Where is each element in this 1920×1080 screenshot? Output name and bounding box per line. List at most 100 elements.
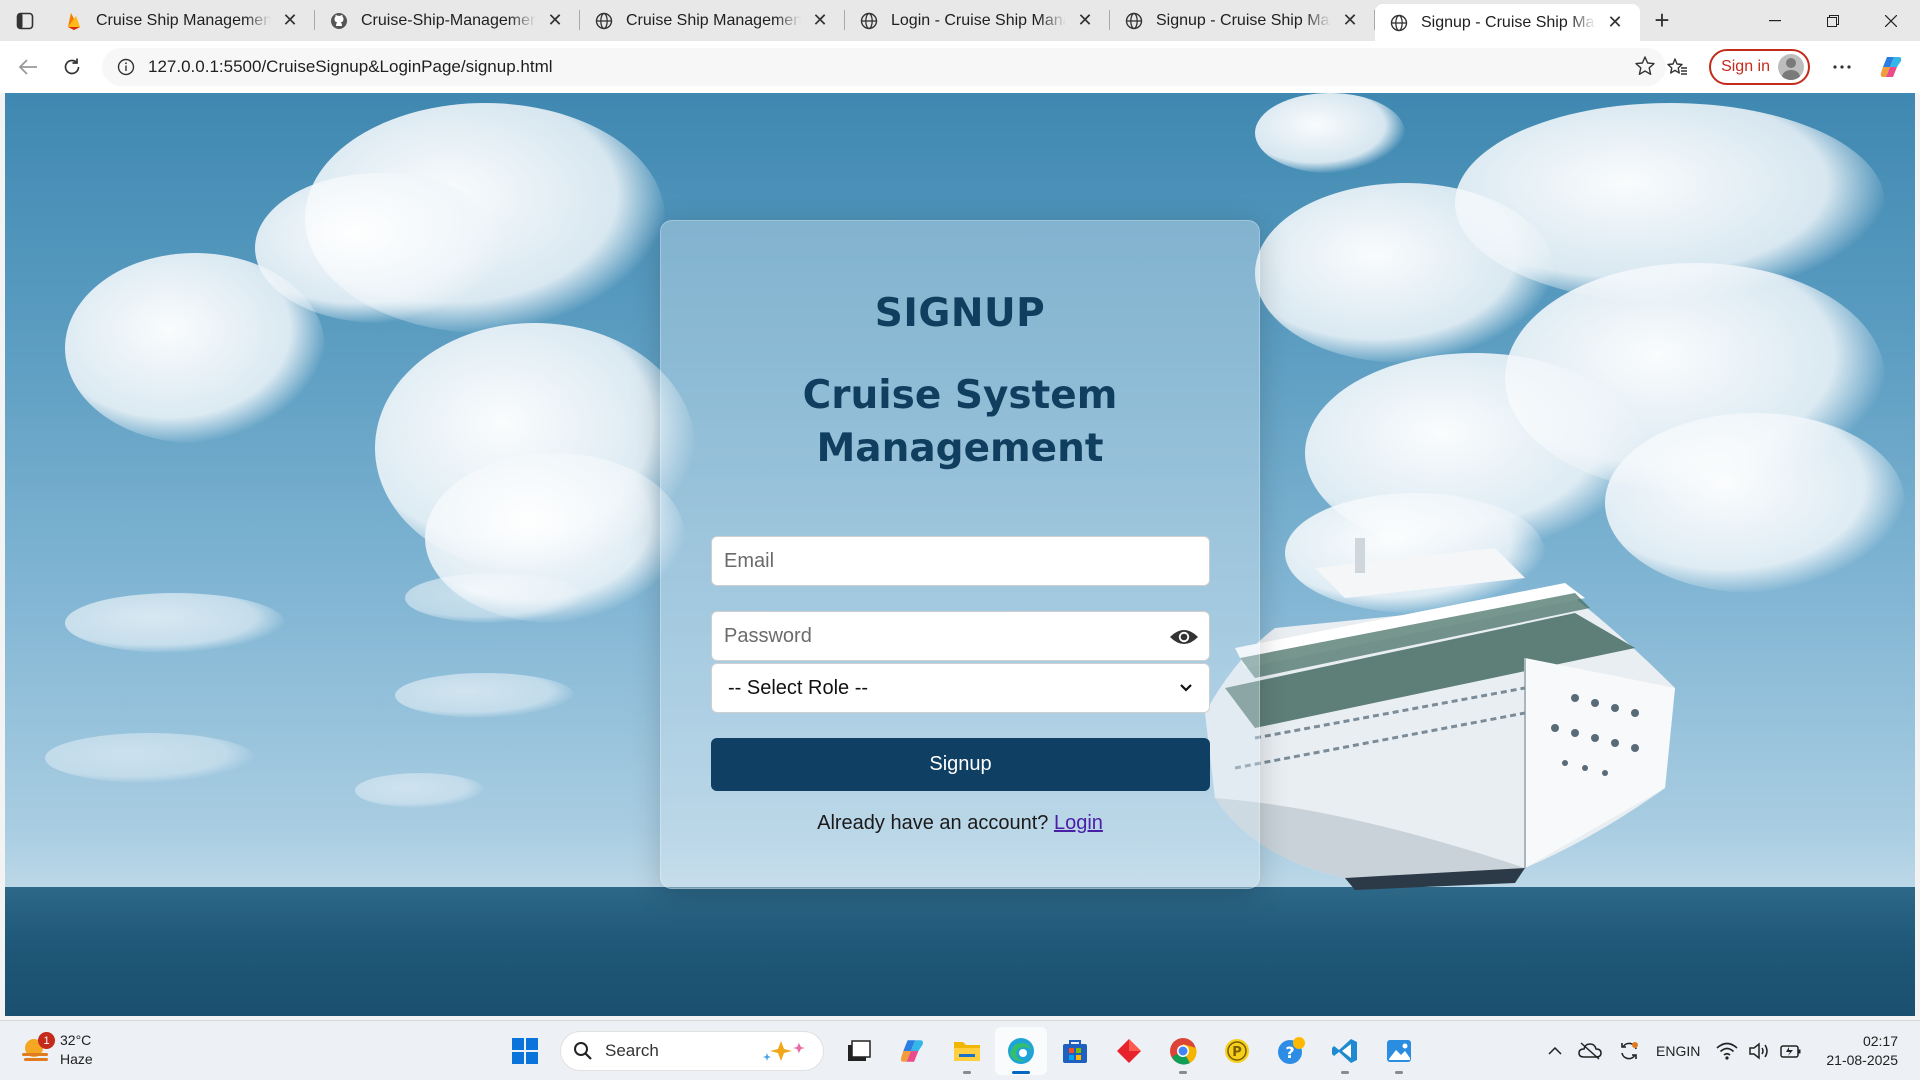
p-app[interactable]: P <box>1211 1027 1263 1075</box>
login-prompt: Already have an account? Login <box>661 812 1259 835</box>
back-arrow-icon <box>18 59 37 75</box>
start-button[interactable] <box>499 1027 551 1075</box>
window-controls <box>1746 0 1920 41</box>
avatar-icon <box>1778 54 1804 80</box>
signup-button[interactable]: Signup <box>711 738 1210 791</box>
close-icon[interactable]: ✕ <box>1074 10 1096 32</box>
login-link[interactable]: Login <box>1054 812 1103 834</box>
tab-1[interactable]: Cruise Ship Management Sy ✕ <box>50 0 315 41</box>
copilot-icon <box>900 1040 923 1062</box>
onedrive-button[interactable] <box>1578 1042 1602 1060</box>
lang-line2: IN <box>1686 1043 1701 1059</box>
chrome-app[interactable] <box>1157 1027 1209 1075</box>
new-tab-button[interactable]: + <box>1640 0 1684 41</box>
tab-5[interactable]: Signup - Cruise Ship Manage ✕ <box>1110 0 1375 41</box>
close-icon[interactable]: ✕ <box>1604 12 1626 34</box>
red-app[interactable] <box>1103 1027 1155 1075</box>
show-hidden-icons-button[interactable] <box>1548 1047 1562 1055</box>
tab-3[interactable]: Cruise Ship Management ✕ <box>580 0 845 41</box>
globe-icon <box>1389 13 1409 33</box>
chrome-icon <box>1170 1038 1197 1065</box>
microsoft-store-app[interactable] <box>1049 1027 1101 1075</box>
role-select[interactable]: -- Select Role -- <box>711 663 1210 713</box>
back-button[interactable] <box>6 47 50 87</box>
close-icon[interactable]: ✕ <box>1339 10 1361 32</box>
file-explorer-app[interactable] <box>941 1027 993 1075</box>
toolbar-right: Sign in <box>1655 41 1920 93</box>
copilot-button[interactable] <box>1870 47 1914 87</box>
p-badge-icon: P <box>1225 1039 1249 1063</box>
firebase-icon <box>64 11 84 31</box>
taskbar-search[interactable]: Search <box>560 1031 824 1071</box>
password-field[interactable] <box>712 612 1209 660</box>
close-icon[interactable]: ✕ <box>279 10 301 32</box>
favorite-star-icon[interactable] <box>1634 55 1656 82</box>
close-window-button[interactable] <box>1862 0 1920 41</box>
restore-icon <box>1827 14 1839 27</box>
edge-icon <box>1008 1038 1034 1064</box>
clock-time: 02:17 <box>1862 1033 1898 1049</box>
address-bar[interactable]: 127.0.0.1:5500/CruiseSignup&LoginPage/si… <box>102 48 1666 86</box>
signup-card: SIGNUP Cruise System Management -- Selec… <box>660 220 1260 889</box>
close-icon[interactable]: ✕ <box>544 10 566 32</box>
globe-icon <box>859 11 879 31</box>
question-icon: ? <box>1278 1037 1305 1064</box>
close-icon[interactable]: ✕ <box>809 10 831 32</box>
weather-widget[interactable]: 1 32°C Haze <box>20 1031 93 1069</box>
tab-actions-button[interactable] <box>0 0 50 41</box>
copilot-app[interactable] <box>887 1027 939 1075</box>
folder-icon <box>954 1042 980 1061</box>
cruise-ship-image <box>1205 538 1675 890</box>
site-info-icon[interactable] <box>108 58 144 76</box>
email-field[interactable] <box>712 537 1209 585</box>
weather-desc: Haze <box>60 1051 93 1067</box>
tab-2[interactable]: Cruise-Ship-Management-Sy ✕ <box>315 0 580 41</box>
tab-actions-icon <box>16 12 34 29</box>
url-text[interactable]: 127.0.0.1:5500/CruiseSignup&LoginPage/si… <box>148 57 553 77</box>
globe-icon <box>1124 11 1144 31</box>
tab-title: Cruise Ship Management Sy <box>96 11 271 29</box>
red-diamond-icon <box>1117 1039 1141 1063</box>
taskbar-apps: Search P ? <box>498 1021 1426 1080</box>
sparkle-icon <box>763 1041 805 1061</box>
close-icon <box>1885 14 1897 27</box>
language-indicator[interactable]: ENG IN <box>1656 1042 1700 1060</box>
app-title-line2: Management <box>816 426 1104 471</box>
sync-icon <box>1621 1042 1639 1060</box>
tab-4[interactable]: Login - Cruise Ship Manager ✕ <box>845 0 1110 41</box>
lang-line1: ENG <box>1656 1043 1687 1059</box>
vscode-app[interactable] <box>1319 1027 1371 1075</box>
browser-tab-strip: Cruise Ship Management Sy ✕ Cruise-Ship-… <box>0 0 1920 41</box>
sign-in-button[interactable]: Sign in <box>1709 49 1810 85</box>
globe-icon <box>594 11 614 31</box>
role-select-value: -- Select Role -- <box>728 676 869 699</box>
more-options-button[interactable] <box>1820 47 1864 87</box>
password-field-wrapper <box>711 611 1210 661</box>
favorites-icon <box>1667 58 1688 75</box>
sync-button[interactable] <box>1618 1040 1640 1062</box>
photos-app[interactable] <box>1373 1027 1425 1075</box>
minimize-icon <box>1769 19 1781 21</box>
photos-icon <box>1387 1040 1411 1062</box>
tab-title: Signup - Cruise Ship Manag <box>1421 13 1596 31</box>
edge-app[interactable] <box>995 1027 1047 1075</box>
tab-6-active[interactable]: Signup - Cruise Ship Manag ✕ <box>1375 4 1640 41</box>
favorites-button[interactable] <box>1655 47 1699 87</box>
windows-logo-icon <box>512 1038 538 1064</box>
minimize-button[interactable] <box>1746 0 1804 41</box>
network-volume-battery-button[interactable] <box>1716 1042 1802 1060</box>
refresh-button[interactable] <box>50 47 94 87</box>
app-title-line1: Cruise System <box>802 373 1118 418</box>
clock[interactable]: 02:17 21-08-2025 <box>1826 1032 1898 1070</box>
restore-button[interactable] <box>1804 0 1862 41</box>
wifi-icon <box>1716 1042 1738 1060</box>
weather-temp: 32°C <box>60 1032 92 1048</box>
eye-icon[interactable] <box>1169 624 1199 650</box>
plus-icon: + <box>1654 5 1670 35</box>
svg-text:?: ? <box>1285 1043 1294 1062</box>
help-app[interactable]: ? <box>1265 1027 1317 1075</box>
tab-title: Cruise Ship Management <box>626 11 801 29</box>
chevron-up-icon <box>1548 1047 1562 1055</box>
chevron-down-icon <box>1180 684 1192 692</box>
task-view-button[interactable] <box>833 1027 885 1075</box>
